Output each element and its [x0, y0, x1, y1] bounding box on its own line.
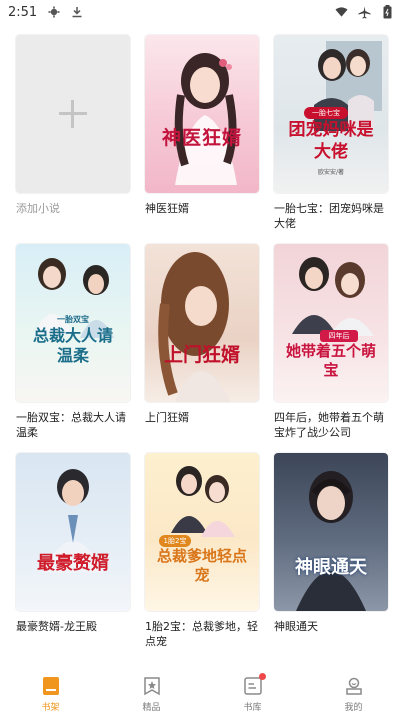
cover-title: 总裁大人请温柔: [32, 326, 113, 365]
book-title: 一胎七宝：团宠妈咪是大佬: [274, 202, 384, 230]
cover-author: 欧安安/著: [317, 169, 345, 176]
wifi-icon: [335, 6, 348, 19]
status-time: 2:51: [8, 4, 38, 20]
bottom-navigation: 书架 精品 书库 我的: [0, 668, 404, 718]
book-title: 四年后，她带着五个萌宝炸了战少公司: [274, 411, 384, 439]
book-cover[interactable]: 神医狂婿: [145, 35, 259, 193]
nav-label: 书架: [41, 703, 60, 713]
cover-illustration: [296, 471, 366, 611]
book-item[interactable]: 一胎七宝 团宠妈咪是大佬 欧安安/著 一胎七宝：团宠妈咪是大佬: [274, 35, 388, 231]
plus-icon: [59, 100, 87, 128]
cover-subtitle: 四年后: [320, 330, 358, 342]
premium-icon: [142, 676, 162, 696]
status-bar: 2:51: [0, 0, 404, 24]
nav-profile[interactable]: 我的: [319, 668, 389, 713]
book-cover[interactable]: 一胎双宝 总裁大人请温柔: [16, 244, 130, 402]
book-cover[interactable]: 1胎2宝 总裁爹地轻点宠: [145, 453, 259, 611]
library-icon: [243, 673, 266, 696]
book-item[interactable]: 上门狂婿 上门狂婿: [145, 244, 259, 425]
book-item[interactable]: 一胎双宝 总裁大人请温柔 一胎双宝：总裁大人请温柔: [16, 244, 130, 440]
bookshelf-icon: [41, 676, 61, 696]
nav-premium[interactable]: 精品: [117, 668, 187, 713]
book-cover[interactable]: 最豪赘婿: [16, 453, 130, 611]
book-title: 神眼通天: [274, 620, 318, 633]
add-novel-card[interactable]: 添加小说: [16, 35, 130, 216]
cover-subtitle: 1胎2宝: [159, 535, 191, 547]
cover-title: 上门狂婿: [163, 344, 240, 366]
cover-title: 总裁爹地轻点宠: [157, 547, 248, 584]
battery-icon: [381, 5, 394, 19]
nav-library[interactable]: 书库: [218, 668, 288, 713]
book-item[interactable]: 最豪赘婿 最豪赘婿-龙王殿: [16, 453, 130, 634]
book-cover[interactable]: 上门狂婿: [145, 244, 259, 402]
cover-illustration: [174, 53, 237, 185]
book-item[interactable]: 四年后 她带着五个萌宝 四年后，她带着五个萌宝炸了战少公司: [274, 244, 388, 440]
cover-subtitle: 一胎双宝: [57, 315, 89, 324]
book-title: 上门狂婿: [145, 411, 189, 424]
settings-notification-icon: [47, 6, 60, 19]
cover-title: 神眼通天: [295, 557, 367, 578]
cover-title: 她带着五个萌宝: [286, 342, 377, 379]
book-title: 一胎双宝：总裁大人请温柔: [16, 411, 126, 439]
cover-illustration: [171, 466, 235, 537]
cover-illustration: [158, 252, 231, 402]
download-icon: [70, 6, 83, 19]
cover-subtitle: 一胎七宝: [304, 107, 348, 119]
cover-title: 神医狂婿: [161, 127, 242, 149]
book-item[interactable]: 神眼通天 神眼通天: [274, 453, 388, 634]
book-item[interactable]: 神医狂婿 神医狂婿: [145, 35, 259, 216]
book-title: 神医狂婿: [145, 202, 189, 215]
notification-badge: [258, 673, 266, 680]
book-cover[interactable]: 神眼通天: [274, 453, 388, 611]
cover-illustration: [42, 469, 104, 573]
profile-icon: [344, 676, 364, 696]
book-title: 最豪赘婿-龙王殿: [16, 620, 97, 633]
nav-label: 书库: [243, 703, 262, 713]
add-novel-cover[interactable]: [16, 35, 130, 193]
cover-title: 团宠妈咪是大佬: [288, 120, 374, 162]
cover-title: 最豪赘婿: [37, 553, 109, 574]
book-cover[interactable]: 四年后 她带着五个萌宝: [274, 244, 388, 402]
nav-label: 我的: [344, 703, 363, 713]
book-title: 1胎2宝：总裁爹地，轻点宠: [145, 620, 258, 648]
nav-label: 精品: [142, 703, 161, 713]
book-cover[interactable]: 一胎七宝 团宠妈咪是大佬 欧安安/著: [274, 35, 388, 193]
nav-bookshelf[interactable]: 书架: [16, 668, 86, 713]
airplane-icon: [358, 6, 371, 19]
book-item[interactable]: 1胎2宝 总裁爹地轻点宠 1胎2宝：总裁爹地，轻点宠: [145, 453, 259, 649]
add-novel-label: 添加小说: [16, 202, 60, 215]
